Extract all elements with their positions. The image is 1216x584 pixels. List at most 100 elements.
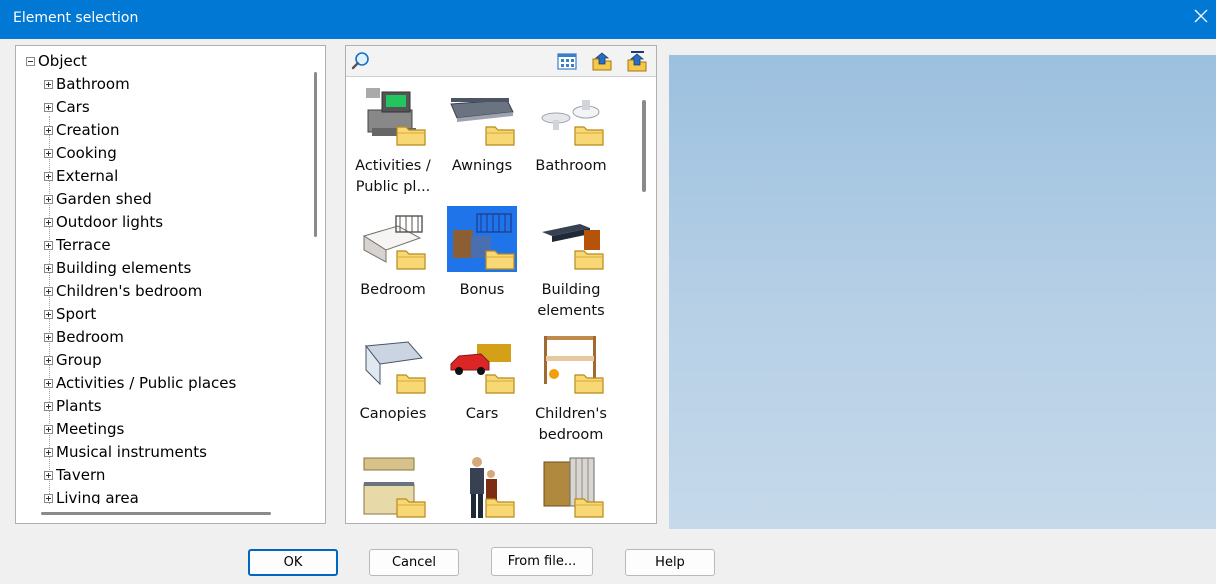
tree-item-label: Musical instruments — [56, 443, 207, 461]
element-grid-panel: Activities / Public pl... Awnings Bathroo… — [345, 45, 657, 524]
category-tree[interactable]: Object Bathroom Cars Creation Cooking Ex… — [15, 45, 326, 524]
expand-icon[interactable] — [44, 194, 53, 204]
view-mode-button[interactable] — [556, 50, 578, 72]
tree-root[interactable]: Object — [26, 51, 87, 71]
tile-label: Bedroom — [360, 282, 426, 298]
expand-icon[interactable] — [44, 102, 53, 112]
folder-top-button[interactable] — [626, 50, 648, 72]
tree-item-garden-shed[interactable]: Garden shed — [44, 189, 152, 209]
tree-item-terrace[interactable]: Terrace — [44, 235, 111, 255]
tree-item-living-area[interactable]: Living area — [44, 488, 139, 504]
tree-item-tavern[interactable]: Tavern — [44, 465, 105, 485]
expand-icon[interactable] — [44, 217, 53, 227]
building-elements-thumbnail — [536, 206, 606, 272]
expand-icon[interactable] — [44, 401, 53, 411]
tile-awnings[interactable]: Awnings — [442, 82, 522, 177]
expand-icon[interactable] — [44, 424, 53, 434]
expand-icon[interactable] — [44, 79, 53, 89]
expand-icon[interactable] — [44, 240, 53, 250]
tree-item-building-elements[interactable]: Building elements — [44, 258, 191, 278]
folder-icon — [485, 374, 515, 394]
tree-item-label: Cars — [56, 98, 90, 116]
expand-icon[interactable] — [44, 125, 53, 135]
tree-item-label: Creation — [56, 121, 120, 139]
ok-button[interactable]: OK — [248, 549, 338, 576]
folder-up-icon — [592, 52, 612, 71]
tree-item-cars[interactable]: Cars — [44, 97, 90, 117]
tree-item-label: Children's bedroom — [56, 282, 203, 300]
tile-living-area[interactable] — [531, 454, 611, 520]
tree-item-outdoor-lights[interactable]: Outdoor lights — [44, 212, 163, 232]
tree-item-label: Outdoor lights — [56, 213, 164, 231]
tile-childrens-bedroom[interactable]: Children's bedroom — [531, 330, 611, 446]
tree-item-creation[interactable]: Creation — [44, 120, 119, 140]
expand-icon[interactable] — [44, 171, 53, 181]
grid-toolbar — [346, 46, 656, 77]
tree-item-group[interactable]: Group — [44, 350, 102, 370]
expand-icon[interactable] — [44, 447, 53, 457]
tree-root-label: Object — [38, 52, 87, 70]
help-button[interactable]: Help — [625, 549, 715, 576]
from-file-button[interactable]: From file... — [491, 547, 593, 576]
tree-item-label: Plants — [56, 397, 102, 415]
tree-item-label: Activities / Public places — [56, 374, 237, 392]
tree-item-external[interactable]: External — [44, 166, 118, 186]
tile-cooking[interactable] — [353, 454, 433, 520]
expand-icon[interactable] — [44, 263, 53, 273]
view-mode-icon — [557, 53, 577, 70]
folder-up-button[interactable] — [591, 50, 613, 72]
tile-bonus[interactable]: Bonus — [442, 206, 522, 301]
collapse-icon[interactable] — [26, 56, 35, 66]
folder-icon — [396, 126, 426, 146]
tree-item-plants[interactable]: Plants — [44, 396, 102, 416]
tile-canopies[interactable]: Canopies — [353, 330, 433, 425]
tile-activities[interactable]: Activities / Public pl... — [353, 82, 433, 198]
tree-viewport: Object Bathroom Cars Creation Cooking Ex… — [16, 46, 308, 504]
bedroom-thumbnail — [358, 206, 428, 272]
awnings-thumbnail — [447, 82, 517, 148]
activities-thumbnail — [358, 82, 428, 148]
expand-icon[interactable] — [44, 309, 53, 319]
folder-icon — [485, 250, 515, 270]
tree-item-childrens-bedroom[interactable]: Children's bedroom — [44, 281, 202, 301]
tree-item-label: Meetings — [56, 420, 125, 438]
folder-icon — [574, 250, 604, 270]
tile-cars[interactable]: Cars — [442, 330, 522, 425]
search-button[interactable] — [350, 50, 372, 72]
tree-item-label: Bedroom — [56, 328, 124, 346]
expand-icon[interactable] — [44, 286, 53, 296]
close-button[interactable] — [1186, 4, 1216, 34]
folder-top-icon — [627, 51, 647, 72]
expand-icon[interactable] — [44, 332, 53, 342]
tree-item-activities[interactable]: Activities / Public places — [44, 373, 236, 393]
tile-bedroom[interactable]: Bedroom — [353, 206, 433, 301]
tree-item-sport[interactable]: Sport — [44, 304, 96, 324]
tree-item-meetings[interactable]: Meetings — [44, 419, 124, 439]
cars-thumbnail — [447, 330, 517, 396]
tile-bathroom[interactable]: Bathroom — [531, 82, 611, 177]
tree-item-label: Terrace — [56, 236, 111, 254]
folder-icon — [574, 374, 604, 394]
tile-building-elements[interactable]: Building elements — [531, 206, 611, 322]
tree-horizontal-scrollbar[interactable] — [41, 512, 271, 515]
tree-item-label: External — [56, 167, 119, 185]
folder-icon — [485, 126, 515, 146]
expand-icon[interactable] — [44, 378, 53, 388]
expand-icon[interactable] — [44, 470, 53, 480]
cancel-button[interactable]: Cancel — [369, 549, 459, 576]
folder-icon — [485, 498, 515, 518]
tree-item-bedroom[interactable]: Bedroom — [44, 327, 124, 347]
expand-icon[interactable] — [44, 148, 53, 158]
expand-icon[interactable] — [44, 493, 53, 503]
tree-item-bathroom[interactable]: Bathroom — [44, 74, 130, 94]
tile-meetings[interactable] — [442, 454, 522, 520]
tree-vertical-scrollbar[interactable] — [314, 72, 317, 237]
expand-icon[interactable] — [44, 355, 53, 365]
tile-label: Canopies — [359, 406, 427, 422]
tree-item-musical-instruments[interactable]: Musical instruments — [44, 442, 207, 462]
folder-icon — [574, 498, 604, 518]
folder-icon — [396, 250, 426, 270]
tree-item-cooking[interactable]: Cooking — [44, 143, 117, 163]
canopies-thumbnail — [358, 330, 428, 396]
grid-vertical-scrollbar[interactable] — [642, 100, 646, 192]
